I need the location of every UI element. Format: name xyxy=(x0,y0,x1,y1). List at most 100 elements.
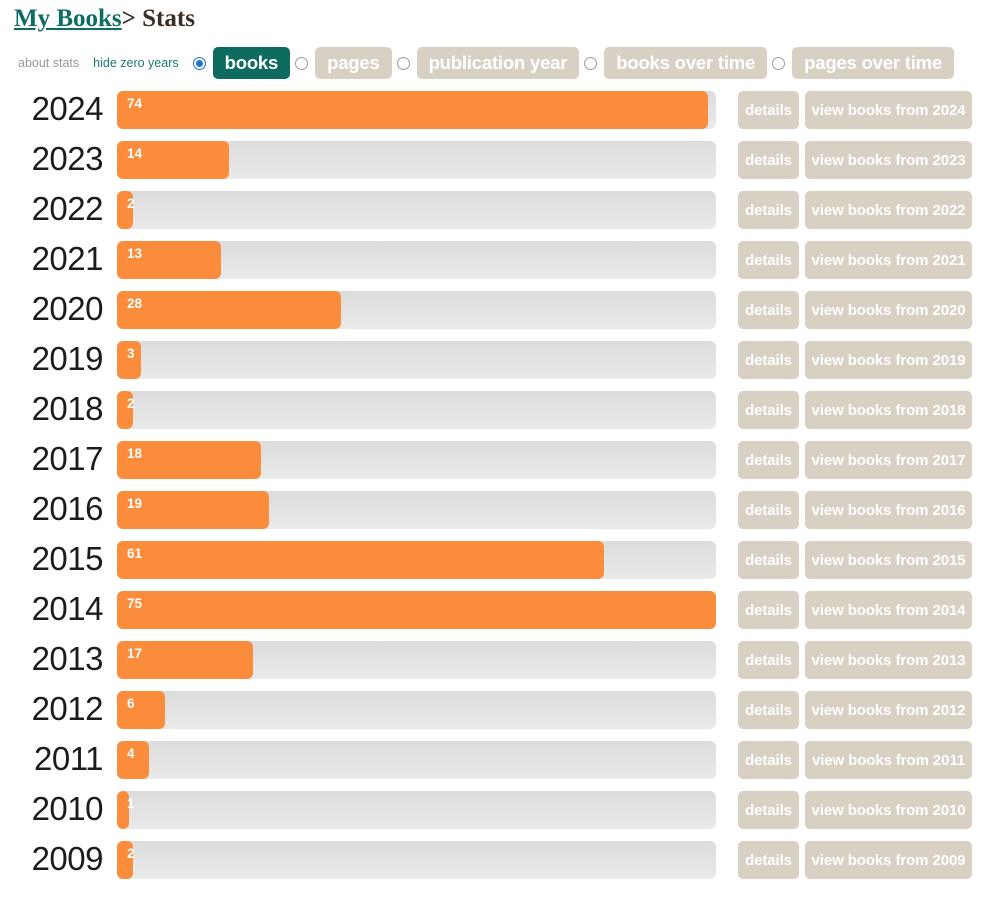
bar: 61 xyxy=(117,541,604,579)
bar-value-label: 2 xyxy=(127,846,135,861)
view-books-button[interactable]: view books from 2015 xyxy=(805,541,972,579)
stats-row: 2019 3 details view books from 2019 xyxy=(0,334,986,384)
stats-mode-pill[interactable]: pages xyxy=(315,47,392,79)
details-button[interactable]: details xyxy=(738,791,799,829)
stats-mode-pill[interactable]: publication year xyxy=(416,47,580,79)
bar: 14 xyxy=(117,141,229,179)
radio-icon[interactable] xyxy=(192,56,206,70)
details-button[interactable]: details xyxy=(738,741,799,779)
details-button[interactable]: details xyxy=(738,841,799,879)
stats-row: 2021 13 details view books from 2021 xyxy=(0,234,986,284)
bar-value-label: 3 xyxy=(127,346,135,361)
breadcrumb-my-books[interactable]: My Books xyxy=(14,5,122,32)
bar-value-label: 4 xyxy=(127,746,135,761)
year-label: 2022 xyxy=(31,190,104,227)
bar: 1 xyxy=(117,791,135,829)
bar-track: 3 xyxy=(117,341,716,379)
year-label: 2023 xyxy=(31,140,104,177)
stats-mode-option-books[interactable]: books xyxy=(192,47,291,79)
stats-mode-pill[interactable]: books xyxy=(212,47,291,79)
details-button[interactable]: details xyxy=(738,191,799,229)
view-books-button[interactable]: view books from 2009 xyxy=(805,841,972,879)
details-button[interactable]: details xyxy=(738,241,799,279)
view-books-button[interactable]: view books from 2021 xyxy=(805,241,972,279)
bar: 3 xyxy=(117,341,141,379)
year-label: 2021 xyxy=(31,240,104,277)
details-button[interactable]: details xyxy=(738,491,799,529)
stats-bar-chart: 2024 74 details view books from 2024 2023 14 d… xyxy=(0,80,986,884)
stats-mode-option-pages-over-time[interactable]: pages over time xyxy=(772,47,955,79)
radio-icon[interactable] xyxy=(396,56,410,70)
stats-row: 2011 4 details view books from 2011 xyxy=(0,734,986,784)
year-label: 2009 xyxy=(31,840,104,877)
year-label: 2016 xyxy=(31,490,104,527)
year-label: 2018 xyxy=(31,390,104,427)
bar: 19 xyxy=(117,491,269,529)
bar-track: 61 xyxy=(117,541,716,579)
hide-zero-years-link[interactable]: hide zero years xyxy=(93,46,178,80)
year-label: 2012 xyxy=(31,690,104,727)
view-books-button[interactable]: view books from 2010 xyxy=(805,791,972,829)
radio-icon[interactable] xyxy=(584,56,598,70)
stats-row: 2009 2 details view books from 2009 xyxy=(0,834,986,884)
details-button[interactable]: details xyxy=(738,141,799,179)
row-actions: details view books from 2020 xyxy=(738,291,972,329)
bar-value-label: 2 xyxy=(127,196,135,211)
radio-icon[interactable] xyxy=(295,56,309,70)
bar-value-label: 18 xyxy=(127,446,143,461)
bar: 74 xyxy=(117,91,708,129)
stats-row: 2015 61 details view books from 2015 xyxy=(0,534,986,584)
year-label: 2024 xyxy=(31,90,104,127)
stats-mode-option-publication-year[interactable]: publication year xyxy=(396,47,580,79)
details-button[interactable]: details xyxy=(738,541,799,579)
row-actions: details view books from 2023 xyxy=(738,141,972,179)
details-button[interactable]: details xyxy=(738,341,799,379)
details-button[interactable]: details xyxy=(738,641,799,679)
year-label: 2014 xyxy=(31,590,104,627)
view-books-button[interactable]: view books from 2013 xyxy=(805,641,972,679)
view-books-button[interactable]: view books from 2016 xyxy=(805,491,972,529)
bar-track: 28 xyxy=(117,291,716,329)
row-actions: details view books from 2019 xyxy=(738,341,972,379)
view-books-button[interactable]: view books from 2020 xyxy=(805,291,972,329)
bar: 17 xyxy=(117,641,253,679)
details-button[interactable]: details xyxy=(738,591,799,629)
bar: 28 xyxy=(117,291,341,329)
view-books-button[interactable]: view books from 2022 xyxy=(805,191,972,229)
year-label: 2010 xyxy=(31,790,104,827)
view-books-button[interactable]: view books from 2023 xyxy=(805,141,972,179)
stats-row: 2022 2 details view books from 2022 xyxy=(0,184,986,234)
bar: 2 xyxy=(117,391,135,429)
radio-icon[interactable] xyxy=(772,56,786,70)
view-books-button[interactable]: view books from 2018 xyxy=(805,391,972,429)
stats-mode-pill[interactable]: pages over time xyxy=(792,47,955,79)
year-label: 2013 xyxy=(31,640,104,677)
view-books-button[interactable]: view books from 2012 xyxy=(805,691,972,729)
details-button[interactable]: details xyxy=(738,441,799,479)
row-actions: details view books from 2024 xyxy=(738,91,972,129)
stats-row: 2017 18 details view books from 2017 xyxy=(0,434,986,484)
view-books-button[interactable]: view books from 2011 xyxy=(805,741,972,779)
bar: 2 xyxy=(117,841,135,879)
row-actions: details view books from 2022 xyxy=(738,191,972,229)
details-button[interactable]: details xyxy=(738,391,799,429)
bar-value-label: 2 xyxy=(127,396,135,411)
page-title: My Books> Stats xyxy=(0,0,986,34)
details-button[interactable]: details xyxy=(738,291,799,329)
bar-track: 1 xyxy=(117,791,716,829)
stats-mode-option-books-over-time[interactable]: books over time xyxy=(584,47,768,79)
bar-track: 2 xyxy=(117,841,716,879)
stats-row: 2024 74 details view books from 2024 xyxy=(0,84,986,134)
view-books-button[interactable]: view books from 2014 xyxy=(805,591,972,629)
view-books-button[interactable]: view books from 2024 xyxy=(805,91,972,129)
details-button[interactable]: details xyxy=(738,91,799,129)
bar-track: 2 xyxy=(117,191,716,229)
view-books-button[interactable]: view books from 2017 xyxy=(805,441,972,479)
bar-track: 74 xyxy=(117,91,716,129)
view-books-button[interactable]: view books from 2019 xyxy=(805,341,972,379)
about-stats-link[interactable]: about stats xyxy=(18,46,79,80)
stats-mode-pill[interactable]: books over time xyxy=(604,47,768,79)
stats-row: 2023 14 details view books from 2023 xyxy=(0,134,986,184)
stats-mode-option-pages[interactable]: pages xyxy=(295,47,392,79)
details-button[interactable]: details xyxy=(738,691,799,729)
